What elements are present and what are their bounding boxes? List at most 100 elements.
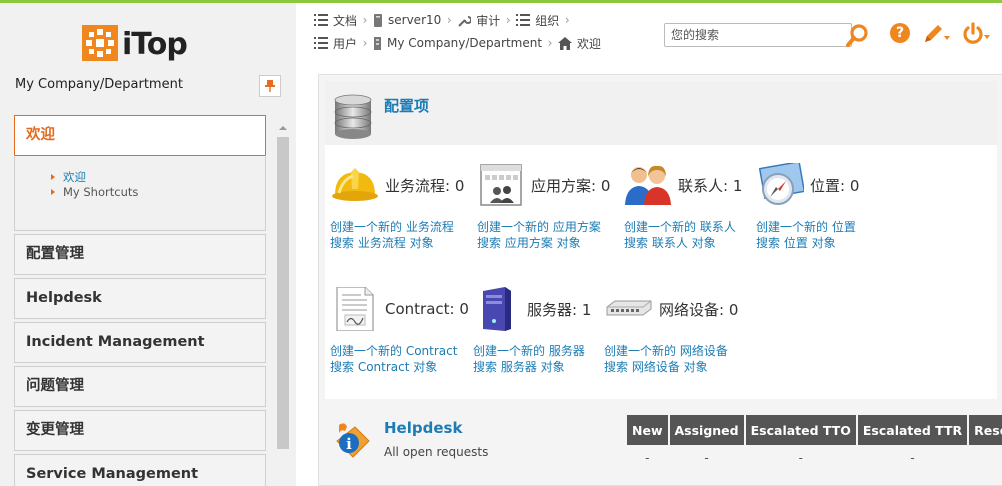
search-input[interactable] <box>665 24 851 46</box>
panel-header: 配置项 <box>325 81 997 145</box>
top-bar: 文档 › server10 › 审计 › 组织 › 用户 › My Compan… <box>296 3 1002 61</box>
stat-network-device: 网络设备: 0 <box>605 287 738 331</box>
breadcrumb-item-server10[interactable]: server10 <box>373 13 441 27</box>
helpdesk-summary-table: New Assigned Escalated TTO Escalated TTR… <box>625 415 1002 471</box>
cell-assigned: - <box>704 451 709 465</box>
create-network-device-link[interactable]: 创建一个新的 网络设备 <box>604 343 728 359</box>
breadcrumb-item-welcome[interactable]: 欢迎 <box>558 35 601 52</box>
network-device-icon <box>605 287 653 331</box>
logo-mark-icon <box>82 25 118 61</box>
column-header-assigned[interactable]: Assigned <box>669 415 744 445</box>
breadcrumb: 文档 › server10 › 审计 › 组织 › <box>314 9 575 31</box>
stat-contract: Contract: 0 <box>331 286 469 332</box>
menu-section-header[interactable]: 问题管理 <box>15 367 265 406</box>
stat-actions-network-device: 创建一个新的 网络设备 搜索 网络设备 对象 <box>604 343 728 375</box>
stat-label: Contract: 0 <box>385 300 469 318</box>
stat-label: 服务器: 1 <box>527 300 592 319</box>
list-icon <box>516 14 531 26</box>
hardhat-icon <box>331 163 379 207</box>
stat-actions-server: 创建一个新的 服务器 搜索 服务器 对象 <box>473 343 585 375</box>
create-server-link[interactable]: 创建一个新的 服务器 <box>473 343 585 359</box>
column-header-escalated-ttr[interactable]: Escalated TTR <box>857 415 968 445</box>
left-pane: iTop My Company/Department 欢迎 欢迎 My Shor… <box>0 3 296 486</box>
stat-actions-location: 创建一个新的 位置 搜索 位置 对象 <box>756 219 856 251</box>
stat-actions-contract: 创建一个新的 Contract 搜索 Contract 对象 <box>330 343 457 375</box>
search-application-link[interactable]: 搜索 应用方案 对象 <box>477 235 601 251</box>
menu-section-header[interactable]: 变更管理 <box>15 411 265 450</box>
menu-item-my-shortcuts[interactable]: My Shortcuts <box>49 185 265 200</box>
chevron-right-icon: › <box>362 13 368 27</box>
chevron-right-icon: › <box>446 13 452 27</box>
menu-section-header[interactable]: Service Management <box>15 455 265 486</box>
search-server-link[interactable]: 搜索 服务器 对象 <box>473 359 585 375</box>
column-header-resolved[interactable]: Resolved <box>969 415 1002 445</box>
table-row: - - - - - <box>627 445 1002 471</box>
svg-text:i: i <box>346 435 352 453</box>
helpdesk-panel: i Helpdesk All open requests New Assigne… <box>325 401 1002 481</box>
breadcrumb: 用户 › My Company/Department › 欢迎 <box>314 32 601 54</box>
breadcrumb-item-documents[interactable]: 文档 <box>314 12 357 29</box>
help-icon[interactable]: ? <box>890 23 910 43</box>
power-icon[interactable] <box>962 21 994 47</box>
menu-section-change-management[interactable]: 变更管理 <box>14 410 266 451</box>
stat-label: 业务流程: 0 <box>385 176 465 195</box>
create-location-link[interactable]: 创建一个新的 位置 <box>756 219 856 235</box>
contacts-icon <box>624 163 672 207</box>
search-business-process-link[interactable]: 搜索 业务流程 对象 <box>330 235 454 251</box>
search-contract-link[interactable]: 搜索 Contract 对象 <box>330 359 457 375</box>
scroll-up-arrow-icon[interactable] <box>276 121 290 135</box>
list-icon <box>314 37 328 49</box>
search-box[interactable] <box>664 23 852 47</box>
chevron-right-icon: › <box>547 36 553 50</box>
stat-actions-application: 创建一个新的 应用方案 搜索 应用方案 对象 <box>477 219 601 251</box>
breadcrumb-item-audit[interactable]: 审计 <box>457 12 500 29</box>
create-contract-link[interactable]: 创建一个新的 Contract <box>330 343 457 359</box>
menu-section-service-management[interactable]: Service Management <box>14 454 266 486</box>
create-business-process-link[interactable]: 创建一个新的 业务流程 <box>330 219 454 235</box>
menu-section-header[interactable]: 欢迎 <box>15 116 265 155</box>
menu-item-welcome[interactable]: 欢迎 <box>49 170 265 185</box>
menu-section-config-management[interactable]: 配置管理 <box>14 234 266 275</box>
pin-menu-button[interactable] <box>259 75 281 97</box>
cell-escalated-tto: - <box>798 451 803 465</box>
breadcrumb-item-organizations[interactable]: 组织 <box>516 12 559 29</box>
chevron-right-icon: › <box>362 36 368 50</box>
breadcrumb-item-organization[interactable]: My Company/Department <box>373 36 542 50</box>
search-network-device-link[interactable]: 搜索 网络设备 对象 <box>604 359 728 375</box>
stat-location: 位置: 0 <box>756 160 859 207</box>
menu-section-header[interactable]: Helpdesk <box>15 279 265 318</box>
column-header-new[interactable]: New <box>627 415 668 445</box>
stat-contacts: 联系人: 1 <box>624 163 742 207</box>
itop-logo[interactable]: iTop <box>82 25 202 65</box>
search-location-link[interactable]: 搜索 位置 对象 <box>756 235 856 251</box>
breadcrumb-item-users[interactable]: 用户 <box>314 35 357 52</box>
wrench-icon <box>458 15 472 27</box>
scrollbar-thumb[interactable] <box>277 137 289 449</box>
compass-icon <box>756 160 806 207</box>
search-contact-link[interactable]: 搜索 联系人 对象 <box>624 235 736 251</box>
panel-title: Helpdesk <box>384 419 463 437</box>
column-header-escalated-tto[interactable]: Escalated TTO <box>745 415 856 445</box>
create-contact-link[interactable]: 创建一个新的 联系人 <box>624 219 736 235</box>
menu-scrollbar[interactable] <box>276 121 290 486</box>
main-content: 配置项 业务流程: 0 应用方案: 0 联系人: 1 位置: 0 创建一个新的 … <box>318 74 1002 486</box>
menu-section-header[interactable]: 配置管理 <box>15 235 265 274</box>
stat-label: 应用方案: 0 <box>531 176 611 195</box>
stat-actions-contacts: 创建一个新的 联系人 搜索 联系人 对象 <box>624 219 736 251</box>
search-icon <box>846 24 868 47</box>
building-icon <box>374 36 382 50</box>
cell-escalated-ttr: - <box>910 451 915 465</box>
menu-section-problem-management[interactable]: 问题管理 <box>14 366 266 407</box>
menu-section-body: 欢迎 My Shortcuts <box>14 155 266 231</box>
table-header-row: New Assigned Escalated TTO Escalated TTR… <box>627 415 1002 445</box>
panel-subtitle: All open requests <box>384 445 489 459</box>
helpdesk-info-icon: i <box>336 423 370 458</box>
menu-section-helpdesk[interactable]: Helpdesk <box>14 278 266 319</box>
stat-application: 应用方案: 0 <box>477 163 610 207</box>
menu-section-incident-management[interactable]: Incident Management <box>14 322 266 363</box>
pencil-icon[interactable] <box>922 22 952 46</box>
create-application-link[interactable]: 创建一个新的 应用方案 <box>477 219 601 235</box>
menu-section-header[interactable]: Incident Management <box>15 323 265 362</box>
search-button[interactable] <box>845 23 871 49</box>
menu-section-welcome[interactable]: 欢迎 欢迎 My Shortcuts <box>14 115 266 231</box>
